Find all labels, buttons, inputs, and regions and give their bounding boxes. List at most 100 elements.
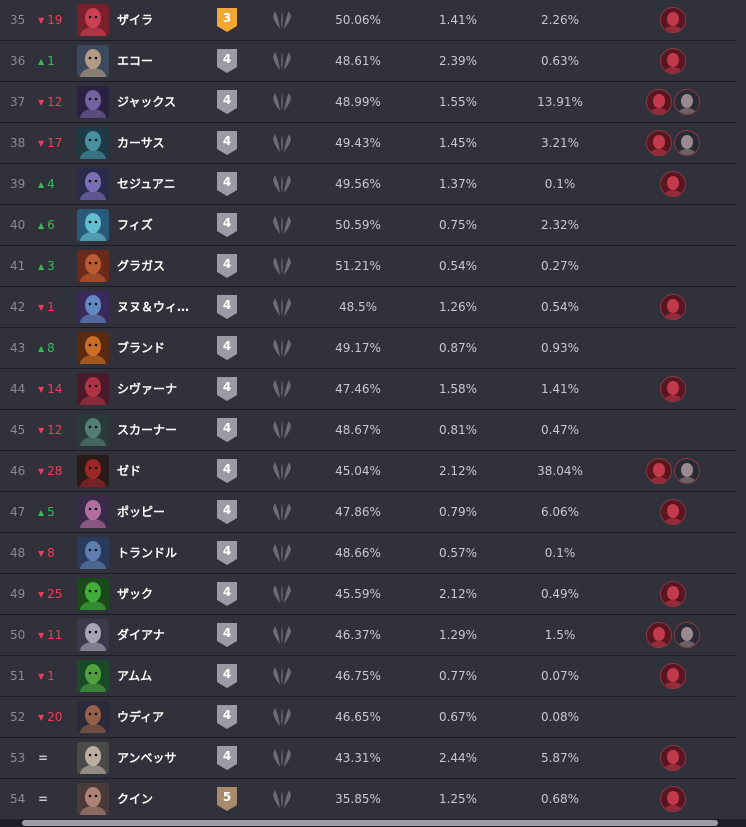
counter-champions bbox=[640, 7, 710, 33]
counter-champion-1-icon[interactable] bbox=[660, 499, 686, 525]
karthus-portrait-icon[interactable] bbox=[77, 127, 109, 159]
brand-portrait-icon[interactable] bbox=[77, 332, 109, 364]
table-row[interactable]: 50 ▼ 11 ダイアナ 4 46.37% 1.29% 1.5% bbox=[0, 615, 736, 656]
sejuani-portrait-icon[interactable] bbox=[77, 168, 109, 200]
table-row[interactable]: 39 ▲ 4 セジュアニ 4 49.56% 1.37% 0.1% bbox=[0, 164, 736, 205]
tier-badge: 4 bbox=[217, 172, 237, 196]
table-row[interactable]: 43 ▲ 8 ブランド 4 49.17% 0.87% 0.93% bbox=[0, 328, 736, 369]
scrollbar-thumb[interactable] bbox=[22, 820, 718, 826]
counter-champion-1-icon[interactable] bbox=[660, 786, 686, 812]
table-row[interactable]: 45 ▼ 12 スカーナー 4 48.67% 0.81% 0.47% bbox=[0, 410, 736, 451]
rank-change: ▲ 1 bbox=[38, 41, 78, 81]
trundle-portrait-icon[interactable] bbox=[77, 537, 109, 569]
table-row[interactable]: 46 ▼ 28 ゼド 4 45.04% 2.12% 38.04% bbox=[0, 451, 736, 492]
udyr-portrait-icon[interactable] bbox=[77, 701, 109, 733]
champion-name[interactable]: ヌヌ＆ウィ… bbox=[117, 287, 207, 327]
jax-portrait-icon[interactable] bbox=[77, 86, 109, 118]
champion-name[interactable]: ザイラ bbox=[117, 0, 207, 40]
zac-portrait-icon[interactable] bbox=[77, 578, 109, 610]
table-row[interactable]: 35 ▼ 19 ザイラ 3 50.06% 1.41% 2.26% bbox=[0, 0, 736, 41]
pickrate-value: 2.44% bbox=[438, 751, 478, 765]
quinn-portrait-icon[interactable] bbox=[77, 783, 109, 815]
poppy-portrait-icon[interactable] bbox=[77, 496, 109, 528]
champion-name[interactable]: ゼド bbox=[117, 451, 207, 491]
champion-name[interactable]: ウディア bbox=[117, 697, 207, 737]
champion-name[interactable]: ジャックス bbox=[117, 82, 207, 122]
table-row[interactable]: 44 ▼ 14 シヴァーナ 4 47.46% 1.58% 1.41% bbox=[0, 369, 736, 410]
zyra-portrait-icon[interactable] bbox=[77, 4, 109, 36]
winrate-value: 47.86% bbox=[335, 505, 381, 519]
counter-champion-1-icon[interactable] bbox=[646, 130, 672, 156]
counter-champion-1-icon[interactable] bbox=[660, 745, 686, 771]
champion-name[interactable]: クイン bbox=[117, 779, 207, 819]
counter-champion-1-icon[interactable] bbox=[660, 171, 686, 197]
counter-champions bbox=[640, 663, 710, 689]
table-row[interactable]: 38 ▼ 17 カーサス 4 49.43% 1.45% 3.21% bbox=[0, 123, 736, 164]
table-row[interactable]: 37 ▼ 12 ジャックス 4 48.99% 1.55% 13.91% bbox=[0, 82, 736, 123]
ambessa-portrait-icon[interactable] bbox=[77, 742, 109, 774]
champion-name[interactable]: アンベッサ bbox=[117, 738, 207, 778]
ekko-portrait-icon[interactable] bbox=[77, 45, 109, 77]
champion-name[interactable]: ブランド bbox=[117, 328, 207, 368]
counter-champion-1-icon[interactable] bbox=[646, 89, 672, 115]
nunu-portrait-icon[interactable] bbox=[77, 291, 109, 323]
champion-name[interactable]: アムム bbox=[117, 656, 207, 696]
counter-champion-1-icon[interactable] bbox=[660, 376, 686, 402]
table-row[interactable]: 49 ▼ 25 ザック 4 45.59% 2.12% 0.49% bbox=[0, 574, 736, 615]
table-row[interactable]: 40 ▲ 6 フィズ 4 50.59% 0.75% 2.32% bbox=[0, 205, 736, 246]
champion-name[interactable]: シヴァーナ bbox=[117, 369, 207, 409]
rank-down-icon: ▼ bbox=[38, 467, 45, 476]
pickrate-value: 0.54% bbox=[438, 259, 478, 273]
tier-badge: 3 bbox=[217, 8, 237, 32]
shyvana-portrait-icon[interactable] bbox=[77, 373, 109, 405]
counter-champion-1-icon[interactable] bbox=[660, 48, 686, 74]
champion-name[interactable]: スカーナー bbox=[117, 410, 207, 450]
table-row[interactable]: 54 = クイン 5 35.85% 1.25% 0.68% bbox=[0, 779, 736, 820]
counter-champion-1-icon[interactable] bbox=[646, 622, 672, 648]
counter-champion-2-icon[interactable] bbox=[674, 130, 700, 156]
champion-name[interactable]: セジュアニ bbox=[117, 164, 207, 204]
table-row[interactable]: 52 ▼ 20 ウディア 4 46.65% 0.67% 0.08% bbox=[0, 697, 736, 738]
champion-name[interactable]: グラガス bbox=[117, 246, 207, 286]
winrate-value: 48.99% bbox=[335, 95, 381, 109]
tier-badge: 4 bbox=[217, 459, 237, 483]
counter-champion-1-icon[interactable] bbox=[660, 663, 686, 689]
rank-change: ▼ 1 bbox=[38, 287, 78, 327]
horizontal-scrollbar[interactable] bbox=[0, 819, 746, 827]
table-row[interactable]: 53 = アンベッサ 4 43.31% 2.44% 5.87% bbox=[0, 738, 736, 779]
fizz-portrait-icon[interactable] bbox=[77, 209, 109, 241]
winrate-value: 49.43% bbox=[335, 136, 381, 150]
counter-champion-2-icon[interactable] bbox=[674, 622, 700, 648]
table-row[interactable]: 51 ▼ 1 アムム 4 46.75% 0.77% 0.07% bbox=[0, 656, 736, 697]
tier-number: 4 bbox=[222, 380, 232, 394]
counter-champion-1-icon[interactable] bbox=[660, 581, 686, 607]
champion-name[interactable]: トランドル bbox=[117, 533, 207, 573]
counter-champion-1-icon[interactable] bbox=[660, 294, 686, 320]
champion-name[interactable]: ザック bbox=[117, 574, 207, 614]
zed-portrait-icon[interactable] bbox=[77, 455, 109, 487]
tier-badge: 4 bbox=[217, 336, 237, 360]
rank-change-value: 8 bbox=[47, 341, 55, 355]
amumu-portrait-icon[interactable] bbox=[77, 660, 109, 692]
jungle-role-icon bbox=[271, 542, 293, 564]
counter-champions bbox=[640, 294, 710, 320]
table-row[interactable]: 48 ▼ 8 トランドル 4 48.66% 0.57% 0.1% bbox=[0, 533, 736, 574]
champion-name[interactable]: ポッピー bbox=[117, 492, 207, 532]
counter-champion-2-icon[interactable] bbox=[674, 89, 700, 115]
counter-champion-2-icon[interactable] bbox=[674, 458, 700, 484]
rank-change: ▼ 1 bbox=[38, 656, 78, 696]
table-row[interactable]: 41 ▲ 3 グラガス 4 51.21% 0.54% 0.27% bbox=[0, 246, 736, 287]
champion-name[interactable]: ダイアナ bbox=[117, 615, 207, 655]
champion-name[interactable]: エコー bbox=[117, 41, 207, 81]
table-row[interactable]: 42 ▼ 1 ヌヌ＆ウィ… 4 48.5% 1.26% 0.54% bbox=[0, 287, 736, 328]
skarner-portrait-icon[interactable] bbox=[77, 414, 109, 446]
counter-champion-1-icon[interactable] bbox=[660, 7, 686, 33]
champion-name[interactable]: フィズ bbox=[117, 205, 207, 245]
champion-name[interactable]: カーサス bbox=[117, 123, 207, 163]
gragas-portrait-icon[interactable] bbox=[77, 250, 109, 282]
counter-champion-1-icon[interactable] bbox=[646, 458, 672, 484]
pickrate-value: 1.26% bbox=[438, 300, 478, 314]
table-row[interactable]: 47 ▲ 5 ポッピー 4 47.86% 0.79% 6.06% bbox=[0, 492, 736, 533]
diana-portrait-icon[interactable] bbox=[77, 619, 109, 651]
table-row[interactable]: 36 ▲ 1 エコー 4 48.61% 2.39% 0.63% bbox=[0, 41, 736, 82]
